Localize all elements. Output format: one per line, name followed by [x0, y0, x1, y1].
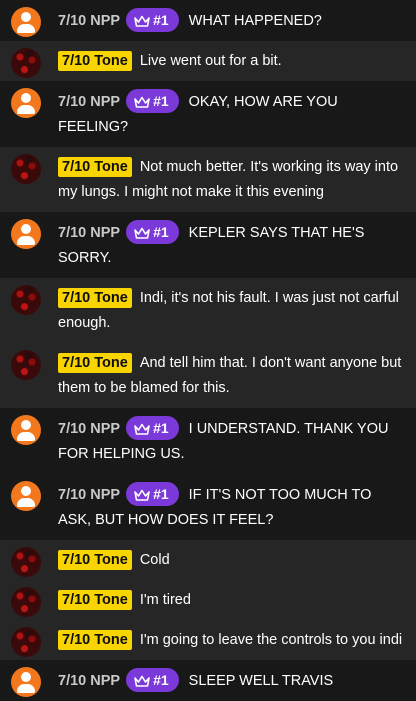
subscriber-badge[interactable]: #1 [126, 482, 179, 506]
badge-label: #1 [153, 224, 169, 240]
chat-message: 7/10 NPP #1 KEPLER SAYS THAT HE'S SORRY. [0, 212, 416, 278]
subscriber-badge[interactable]: #1 [126, 8, 179, 32]
subscriber-badge[interactable]: #1 [126, 668, 179, 692]
subscriber-badge[interactable]: #1 [126, 416, 179, 440]
user-avatar-icon[interactable] [11, 415, 41, 445]
username[interactable]: 7/10 NPP [58, 673, 120, 689]
chat-message: 7/10 NPP #1 WHAT HAPPENED? [0, 0, 416, 41]
badge-label: #1 [153, 420, 169, 436]
badge-label: #1 [153, 672, 169, 688]
chat-message: 7/10 NPP #1 IF IT'S NOT TOO MUCH TO ASK, B… [0, 474, 416, 540]
user-avatar-icon[interactable] [11, 7, 41, 37]
username[interactable]: 7/10 Tone [58, 157, 132, 177]
chat-message: 7/10 NPP #1 OKAY, HOW ARE YOU FEELING? [0, 81, 416, 147]
message-text: Cold [139, 552, 170, 568]
crown-icon [134, 675, 150, 687]
crown-icon [134, 15, 150, 27]
message-text: I'm going to leave the controls to you i… [139, 632, 403, 648]
chat-message: 7/10 Tone Indi, it's not his fault. I was… [0, 278, 416, 343]
username[interactable]: 7/10 NPP [58, 94, 120, 110]
user-avatar-icon[interactable] [11, 627, 41, 657]
chat-message: 7/10 NPP #1 I UNDERSTAND. THANK YOU FOR HE… [0, 408, 416, 474]
user-avatar-icon[interactable] [11, 667, 41, 697]
crown-icon [134, 423, 150, 435]
chat-message: 7/10 Tone And tell him that. I don't want… [0, 343, 416, 408]
username[interactable]: 7/10 NPP [58, 421, 120, 437]
chat-message: 7/10 NPP #1 SLEEP WELL TRAVIS [0, 660, 416, 701]
crown-icon [134, 227, 150, 239]
message-text: Live went out for a bit. [139, 53, 282, 69]
chat-message: 7/10 Tone Cold [0, 540, 416, 580]
username[interactable]: 7/10 NPP [58, 487, 120, 503]
user-avatar-icon[interactable] [11, 48, 41, 78]
chat-log: 7/10 NPP #1 WHAT HAPPENED? 7/10 Tone Live w… [0, 0, 416, 701]
message-text: SLEEP WELL TRAVIS [188, 673, 334, 689]
user-avatar-icon[interactable] [11, 154, 41, 184]
user-avatar-icon[interactable] [11, 219, 41, 249]
user-avatar-icon[interactable] [11, 285, 41, 315]
user-avatar-icon[interactable] [11, 481, 41, 511]
chat-message: 7/10 Tone I'm tired [0, 580, 416, 620]
subscriber-badge[interactable]: #1 [126, 89, 179, 113]
chat-message: 7/10 Tone Not much better. It's working i… [0, 147, 416, 212]
username[interactable]: 7/10 Tone [58, 590, 132, 610]
username[interactable]: 7/10 Tone [58, 630, 132, 650]
crown-icon [134, 96, 150, 108]
message-text: WHAT HAPPENED? [188, 13, 322, 29]
user-avatar-icon[interactable] [11, 587, 41, 617]
chat-message: 7/10 Tone I'm going to leave the controls… [0, 620, 416, 660]
username[interactable]: 7/10 NPP [58, 13, 120, 29]
user-avatar-icon[interactable] [11, 547, 41, 577]
username[interactable]: 7/10 NPP [58, 225, 120, 241]
crown-icon [134, 489, 150, 501]
subscriber-badge[interactable]: #1 [126, 220, 179, 244]
username[interactable]: 7/10 Tone [58, 550, 132, 570]
username[interactable]: 7/10 Tone [58, 51, 132, 71]
user-avatar-icon[interactable] [11, 350, 41, 380]
badge-label: #1 [153, 12, 169, 28]
message-text: I'm tired [139, 592, 191, 608]
username[interactable]: 7/10 Tone [58, 288, 132, 308]
username[interactable]: 7/10 Tone [58, 353, 132, 373]
user-avatar-icon[interactable] [11, 88, 41, 118]
badge-label: #1 [153, 486, 169, 502]
chat-message: 7/10 Tone Live went out for a bit. [0, 41, 416, 81]
badge-label: #1 [153, 93, 169, 109]
